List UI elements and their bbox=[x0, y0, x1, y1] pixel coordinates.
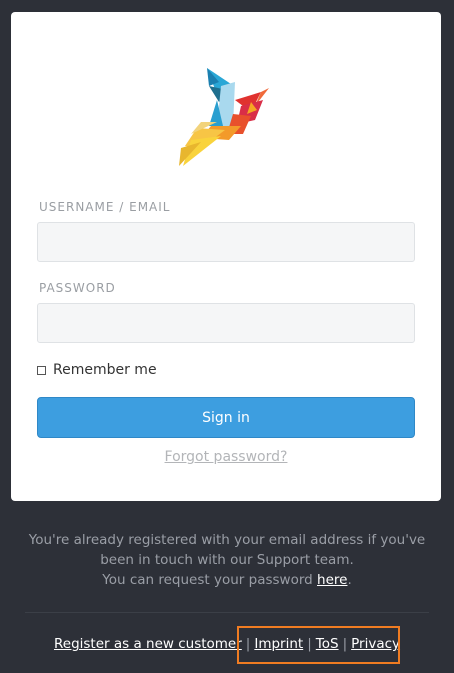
info-line-3-suffix: . bbox=[347, 572, 352, 588]
info-line-3-text: You can request your password bbox=[102, 572, 318, 588]
login-card: USERNAME / EMAIL PASSWORD Remember me Si… bbox=[11, 12, 441, 501]
request-password-link[interactable]: here bbox=[317, 572, 347, 588]
username-label: USERNAME / EMAIL bbox=[39, 200, 171, 214]
forgot-password-link[interactable]: Forgot password? bbox=[11, 449, 441, 465]
username-input[interactable] bbox=[37, 222, 415, 262]
origami-bird-logo bbox=[179, 68, 269, 166]
sign-in-button[interactable]: Sign in bbox=[37, 397, 415, 438]
info-line-2: been in touch with our Support team. bbox=[100, 552, 354, 568]
footer-divider bbox=[25, 612, 429, 613]
checkbox-icon[interactable] bbox=[37, 365, 46, 375]
password-label: PASSWORD bbox=[39, 281, 116, 295]
info-line-1: You're already registered with your emai… bbox=[28, 532, 426, 548]
info-line-3: You can request your password here. bbox=[20, 570, 434, 590]
highlight-box bbox=[237, 626, 400, 664]
remember-me-label: Remember me bbox=[53, 362, 157, 378]
register-link[interactable]: Register as a new customer bbox=[54, 636, 242, 652]
remember-me[interactable]: Remember me bbox=[37, 362, 157, 378]
password-input[interactable] bbox=[37, 303, 415, 343]
registration-info: You're already registered with your emai… bbox=[20, 530, 434, 590]
